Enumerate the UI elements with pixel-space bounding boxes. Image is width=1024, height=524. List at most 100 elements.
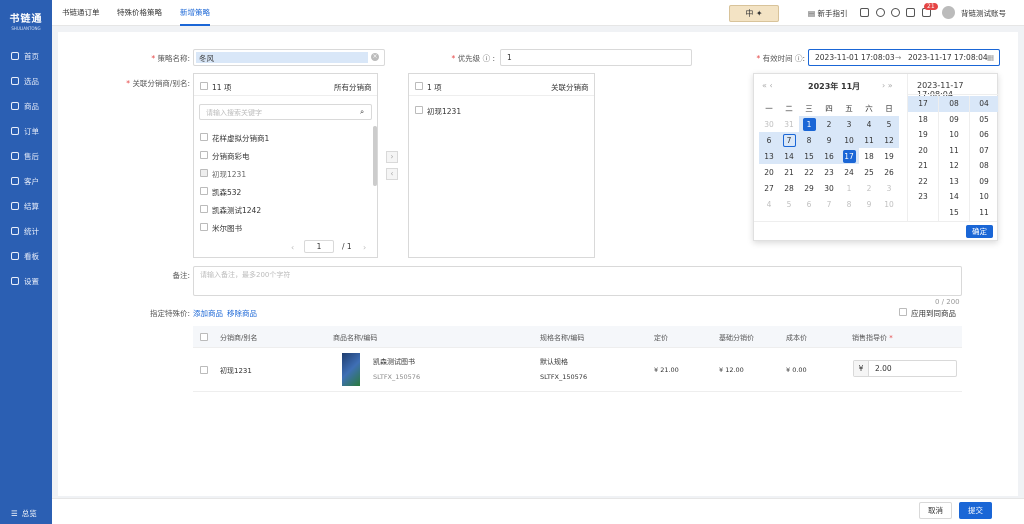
prev-month-icon[interactable]: « ‹ xyxy=(762,81,773,90)
sidebar-item-settlement[interactable]: 结算 xyxy=(0,195,52,217)
start-date[interactable]: 2023-11-01 17:08:03 xyxy=(815,53,895,62)
calendar-day[interactable]: 10 xyxy=(839,132,859,148)
headset-icon[interactable] xyxy=(891,8,900,17)
time-option[interactable]: 22 xyxy=(908,174,938,190)
calendar-day[interactable]: 7 xyxy=(819,196,839,212)
calendar-day[interactable]: 10 xyxy=(879,196,899,212)
time-option[interactable]: 05 xyxy=(970,112,998,128)
time-option[interactable]: 20 xyxy=(908,143,938,159)
list-item-checkbox[interactable] xyxy=(415,106,423,114)
remove-goods-link[interactable]: 移除商品 xyxy=(227,308,257,319)
calendar-day[interactable]: 6 xyxy=(759,132,779,148)
calendar-day[interactable]: 14 xyxy=(779,148,799,164)
table-select-all-checkbox[interactable] xyxy=(200,333,208,341)
prev-page-icon[interactable]: ‹ xyxy=(291,243,294,252)
select-all-checkbox[interactable] xyxy=(415,82,423,90)
list-item-checkbox[interactable] xyxy=(200,187,208,195)
list-item-checkbox[interactable] xyxy=(200,151,208,159)
sidebar-item-orders[interactable]: 订单 xyxy=(0,120,52,142)
next-month-icon[interactable]: › » xyxy=(882,81,893,90)
strategy-name-input[interactable]: 冬风 × xyxy=(193,49,385,66)
calendar-day[interactable]: 4 xyxy=(859,116,879,132)
second-column[interactable]: 04 05 06 07 08 09 10 11 xyxy=(970,96,998,220)
clear-icon[interactable]: × xyxy=(371,53,379,61)
calendar-day[interactable]: 9 xyxy=(819,132,839,148)
calendar-day[interactable]: 2 xyxy=(819,116,839,132)
time-option[interactable]: 15 xyxy=(939,205,969,221)
calendar-day[interactable]: 5 xyxy=(779,196,799,212)
calendar-day[interactable]: 8 xyxy=(799,132,819,148)
sidebar-item-stats[interactable]: 统计 xyxy=(0,220,52,242)
submit-button[interactable]: 提交 xyxy=(959,502,992,519)
calendar-day[interactable]: 20 xyxy=(759,164,779,180)
calendar-day[interactable]: 31 xyxy=(779,116,799,132)
transfer-search-input[interactable]: 请输入搜索关键字 ⌕ xyxy=(199,104,372,120)
calendar-day[interactable]: 16 xyxy=(819,148,839,164)
list-item[interactable]: 米尔图书 xyxy=(212,223,242,234)
list-item[interactable]: 凯森532 xyxy=(212,187,241,198)
calendar-header[interactable]: 2023年 11月 xyxy=(808,81,860,92)
guide-link[interactable]: ▤ 新手指引 xyxy=(808,8,847,19)
move-left-button[interactable]: ‹ xyxy=(386,168,398,180)
calendar-day[interactable]: 2 xyxy=(859,180,879,196)
list-item[interactable]: 初现1231 xyxy=(427,106,461,117)
end-date[interactable]: 2023-11-17 17:08:04 xyxy=(908,53,988,62)
calendar-day[interactable]: 7 xyxy=(779,132,799,148)
time-option[interactable]: 08 xyxy=(970,158,998,174)
calendar-day[interactable]: 21 xyxy=(779,164,799,180)
upload-icon[interactable] xyxy=(860,8,869,17)
list-item[interactable]: 分销商彩电 xyxy=(212,151,250,162)
calendar-day[interactable]: 3 xyxy=(879,180,899,196)
calendar-day[interactable]: 3 xyxy=(839,116,859,132)
sidebar-item-goods[interactable]: 商品 xyxy=(0,95,52,117)
tab-new-strategy[interactable]: 新增策略 xyxy=(180,0,210,26)
time-option[interactable]: 19 xyxy=(908,127,938,143)
cancel-button[interactable]: 取消 xyxy=(919,502,952,519)
time-option[interactable]: 06 xyxy=(970,127,998,143)
date-range-input[interactable]: 2023-11-01 17:08:03 → 2023-11-17 17:08:0… xyxy=(808,49,1000,66)
time-option[interactable]: 18 xyxy=(908,112,938,128)
time-option[interactable]: 04 xyxy=(970,96,998,112)
list-item-checkbox[interactable] xyxy=(200,205,208,213)
avatar[interactable] xyxy=(942,6,955,19)
sidebar-item-board[interactable]: 看板 xyxy=(0,245,52,267)
list-item[interactable]: 凯森测试1242 xyxy=(212,205,261,216)
calendar-day[interactable]: 30 xyxy=(759,116,779,132)
next-page-icon[interactable]: › xyxy=(363,243,366,252)
ime-indicator[interactable]: 中 ✦ xyxy=(729,5,779,22)
list-item[interactable]: 花样虚拟分销商1 xyxy=(212,133,269,144)
time-option[interactable]: 14 xyxy=(939,189,969,205)
calendar-day[interactable]: 23 xyxy=(819,164,839,180)
sidebar-item-select[interactable]: 选品 xyxy=(0,70,52,92)
calendar-day[interactable]: 27 xyxy=(759,180,779,196)
calendar-day[interactable]: 11 xyxy=(859,132,879,148)
calendar-day[interactable]: 29 xyxy=(799,180,819,196)
sidebar-item-home[interactable]: 首页 xyxy=(0,45,52,67)
time-option[interactable]: 11 xyxy=(970,205,998,221)
phone-icon[interactable] xyxy=(906,8,915,17)
calendar-day[interactable]: 1 xyxy=(839,180,859,196)
list-item-checkbox[interactable] xyxy=(200,223,208,231)
calendar-day[interactable]: 9 xyxy=(859,196,879,212)
remark-textarea[interactable]: 请输入备注，最多200个字符 xyxy=(193,266,962,296)
move-right-button[interactable]: › xyxy=(386,151,398,163)
calendar-day[interactable]: 5 xyxy=(879,116,899,132)
time-option[interactable]: 13 xyxy=(939,174,969,190)
calendar-day[interactable]: 4 xyxy=(759,196,779,212)
calendar-day[interactable]: 1 xyxy=(799,116,819,132)
tab-special-price[interactable]: 特殊价格策略 xyxy=(117,0,162,26)
time-option[interactable]: 12 xyxy=(939,158,969,174)
time-option[interactable]: 10 xyxy=(970,189,998,205)
app-logo[interactable]: 书链通 SHULIANTONG xyxy=(4,10,48,31)
calendar-day[interactable]: 24 xyxy=(839,164,859,180)
priority-input[interactable]: 1 xyxy=(500,49,692,66)
select-all-checkbox[interactable] xyxy=(200,82,208,90)
calendar-day[interactable]: 30 xyxy=(819,180,839,196)
time-option[interactable]: 10 xyxy=(939,127,969,143)
scrollbar[interactable] xyxy=(373,126,377,186)
time-option[interactable]: 17 xyxy=(908,96,938,112)
time-option[interactable]: 23 xyxy=(908,189,938,205)
user-name[interactable]: 背链测试账号 xyxy=(961,8,1006,19)
page-input[interactable]: 1 xyxy=(304,240,334,253)
list-item-checkbox[interactable] xyxy=(200,133,208,141)
